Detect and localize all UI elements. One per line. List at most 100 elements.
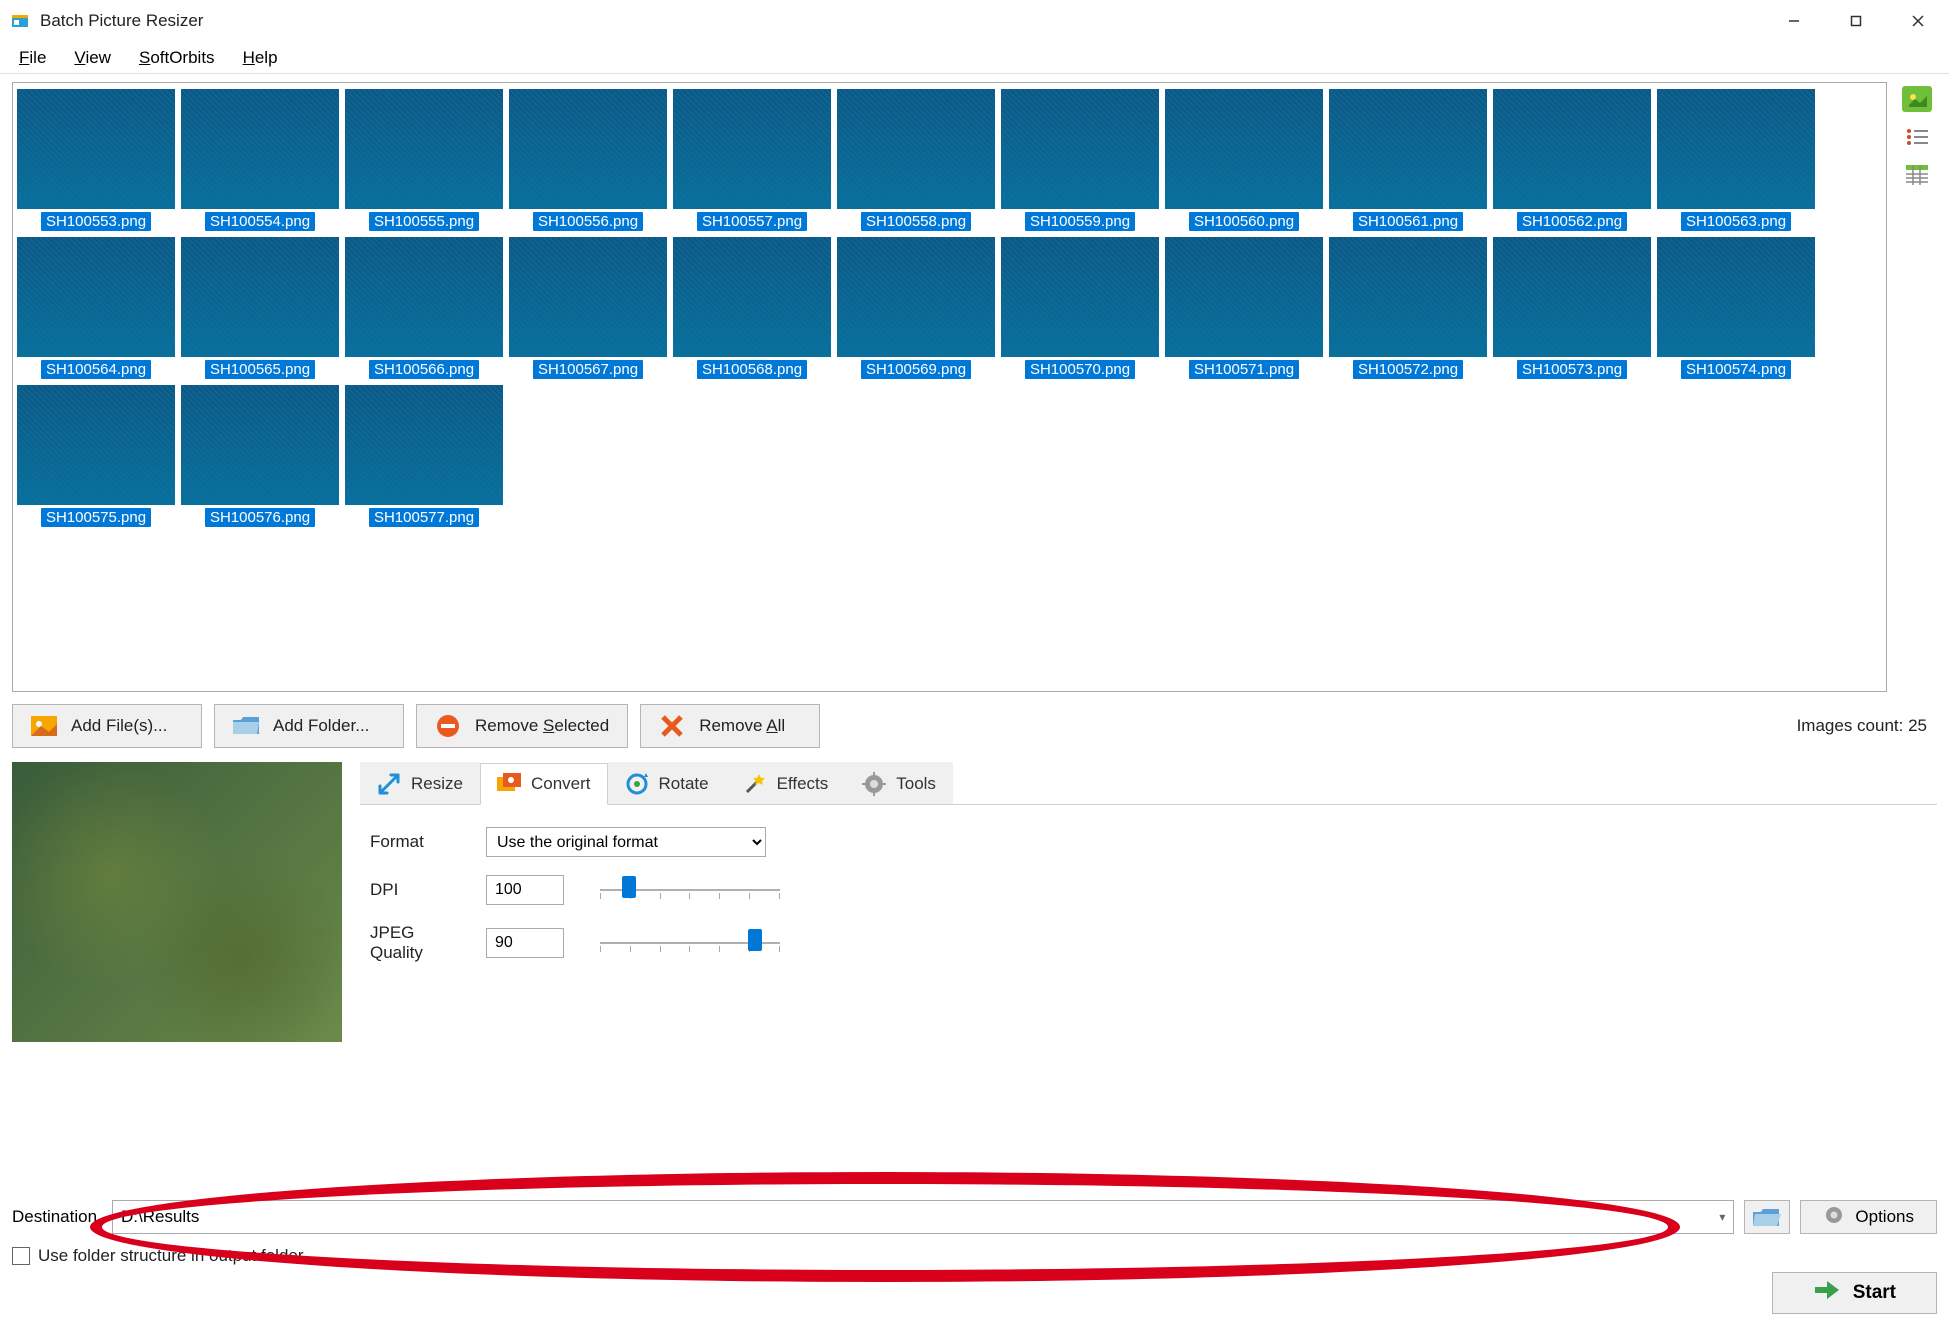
browse-folder-button[interactable] bbox=[1744, 1200, 1790, 1234]
destination-label: Destination bbox=[12, 1207, 102, 1227]
thumbnail-image bbox=[1329, 237, 1487, 357]
jpeg-quality-input[interactable] bbox=[486, 928, 564, 958]
thumbnail-image bbox=[837, 237, 995, 357]
thumbnail-item[interactable]: SH100556.png bbox=[509, 89, 667, 231]
thumbnail-item[interactable]: SH100573.png bbox=[1493, 237, 1651, 379]
gear-icon bbox=[1823, 1204, 1845, 1231]
add-files-button[interactable]: Add File(s)... bbox=[12, 704, 202, 748]
thumbnail-item[interactable]: SH100577.png bbox=[345, 385, 503, 527]
thumbnail-filename: SH100558.png bbox=[861, 212, 971, 231]
thumbnail-item[interactable]: SH100555.png bbox=[345, 89, 503, 231]
thumbnail-item[interactable]: SH100567.png bbox=[509, 237, 667, 379]
jpeg-quality-slider[interactable] bbox=[600, 931, 780, 955]
thumbnail-image bbox=[509, 89, 667, 209]
thumbnail-filename: SH100577.png bbox=[369, 508, 479, 527]
remove-all-icon bbox=[659, 715, 685, 737]
thumbnail-filename: SH100576.png bbox=[205, 508, 315, 527]
menu-file[interactable]: File bbox=[5, 45, 60, 71]
thumbnail-item[interactable]: SH100572.png bbox=[1329, 237, 1487, 379]
images-count-label: Images count: 25 bbox=[1797, 716, 1937, 736]
thumbnail-filename: SH100571.png bbox=[1189, 360, 1299, 379]
thumbnail-image bbox=[17, 89, 175, 209]
thumbnail-image bbox=[1657, 89, 1815, 209]
thumbnail-filename: SH100562.png bbox=[1517, 212, 1627, 231]
tab-effects[interactable]: Effects bbox=[726, 762, 846, 804]
thumbnail-item[interactable]: SH100566.png bbox=[345, 237, 503, 379]
thumbnail-item[interactable]: SH100571.png bbox=[1165, 237, 1323, 379]
thumbnail-item[interactable]: SH100560.png bbox=[1165, 89, 1323, 231]
thumbnail-item[interactable]: SH100554.png bbox=[181, 89, 339, 231]
thumbnail-item[interactable]: SH100570.png bbox=[1001, 237, 1159, 379]
thumbnail-item[interactable]: SH100558.png bbox=[837, 89, 995, 231]
view-thumbnails-icon[interactable] bbox=[1902, 86, 1932, 112]
thumbnail-image bbox=[181, 237, 339, 357]
thumbnail-filename: SH100575.png bbox=[41, 508, 151, 527]
destination-combobox[interactable]: D:\Results ▾ bbox=[112, 1200, 1734, 1234]
thumbnail-filename: SH100560.png bbox=[1189, 212, 1299, 231]
view-details-icon[interactable] bbox=[1902, 162, 1932, 188]
menu-help[interactable]: Help bbox=[229, 45, 292, 71]
thumbnail-filename: SH100565.png bbox=[205, 360, 315, 379]
thumbnail-gallery[interactable]: SH100553.png SH100554.png SH100555.png SH10… bbox=[12, 82, 1887, 692]
resize-icon bbox=[377, 772, 401, 796]
remove-selected-icon bbox=[435, 715, 461, 737]
close-button[interactable] bbox=[1887, 0, 1949, 42]
remove-all-label: Remove All bbox=[699, 716, 785, 736]
thumbnail-filename: SH100563.png bbox=[1681, 212, 1791, 231]
menubar: File View SoftOrbits Help bbox=[0, 42, 1949, 74]
tab-rotate[interactable]: Rotate bbox=[608, 762, 726, 804]
jpeg-quality-label: JPEG Quality bbox=[370, 923, 470, 963]
destination-value: D:\Results bbox=[121, 1207, 199, 1227]
thumbnail-item[interactable]: SH100562.png bbox=[1493, 89, 1651, 231]
thumbnail-item[interactable]: SH100568.png bbox=[673, 237, 831, 379]
start-label: Start bbox=[1853, 1282, 1896, 1304]
thumbnail-filename: SH100567.png bbox=[533, 360, 643, 379]
menu-view[interactable]: View bbox=[60, 45, 125, 71]
thumbnail-filename: SH100561.png bbox=[1353, 212, 1463, 231]
thumbnail-filename: SH100555.png bbox=[369, 212, 479, 231]
tools-icon bbox=[862, 772, 886, 796]
remove-selected-button[interactable]: Remove Selected bbox=[416, 704, 628, 748]
thumbnail-item[interactable]: SH100569.png bbox=[837, 237, 995, 379]
thumbnail-item[interactable]: SH100557.png bbox=[673, 89, 831, 231]
thumbnail-item[interactable]: SH100559.png bbox=[1001, 89, 1159, 231]
thumbnail-item[interactable]: SH100553.png bbox=[17, 89, 175, 231]
gallery-toolbar: Add File(s)... Add Folder... Remove Sele… bbox=[12, 704, 1937, 748]
thumbnail-item[interactable]: SH100565.png bbox=[181, 237, 339, 379]
thumbnail-image bbox=[1165, 89, 1323, 209]
thumbnail-filename: SH100553.png bbox=[41, 212, 151, 231]
thumbnail-filename: SH100566.png bbox=[369, 360, 479, 379]
thumbnail-item[interactable]: SH100576.png bbox=[181, 385, 339, 527]
options-button[interactable]: Options bbox=[1800, 1200, 1937, 1234]
thumbnail-filename: SH100568.png bbox=[697, 360, 807, 379]
thumbnail-filename: SH100570.png bbox=[1025, 360, 1135, 379]
thumbnail-image bbox=[345, 237, 503, 357]
tab-resize[interactable]: Resize bbox=[360, 762, 480, 804]
maximize-button[interactable] bbox=[1825, 0, 1887, 42]
app-icon bbox=[10, 11, 30, 31]
preview-image bbox=[12, 762, 342, 1042]
thumbnail-item[interactable]: SH100575.png bbox=[17, 385, 175, 527]
thumbnail-item[interactable]: SH100574.png bbox=[1657, 237, 1815, 379]
thumbnail-image bbox=[673, 89, 831, 209]
thumbnail-item[interactable]: SH100564.png bbox=[17, 237, 175, 379]
menu-softorbits[interactable]: SoftOrbits bbox=[125, 45, 229, 71]
tab-convert[interactable]: Convert bbox=[480, 763, 608, 805]
dpi-input[interactable] bbox=[486, 875, 564, 905]
thumbnail-filename: SH100556.png bbox=[533, 212, 643, 231]
thumbnail-filename: SH100569.png bbox=[861, 360, 971, 379]
thumbnail-item[interactable]: SH100563.png bbox=[1657, 89, 1815, 231]
remove-all-button[interactable]: Remove All bbox=[640, 704, 820, 748]
tab-tools[interactable]: Tools bbox=[845, 762, 953, 804]
dpi-slider[interactable] bbox=[600, 878, 780, 902]
view-list-icon[interactable] bbox=[1902, 124, 1932, 150]
format-select[interactable]: Use the original format bbox=[486, 827, 766, 857]
start-button[interactable]: Start bbox=[1772, 1272, 1937, 1314]
thumbnail-item[interactable]: SH100561.png bbox=[1329, 89, 1487, 231]
thumbnail-image bbox=[1493, 237, 1651, 357]
folder-structure-checkbox[interactable] bbox=[12, 1247, 30, 1265]
minimize-button[interactable] bbox=[1763, 0, 1825, 42]
settings-tabs: Resize Convert Rotate Effects bbox=[360, 762, 1937, 805]
add-folder-button[interactable]: Add Folder... bbox=[214, 704, 404, 748]
thumbnail-image bbox=[673, 237, 831, 357]
